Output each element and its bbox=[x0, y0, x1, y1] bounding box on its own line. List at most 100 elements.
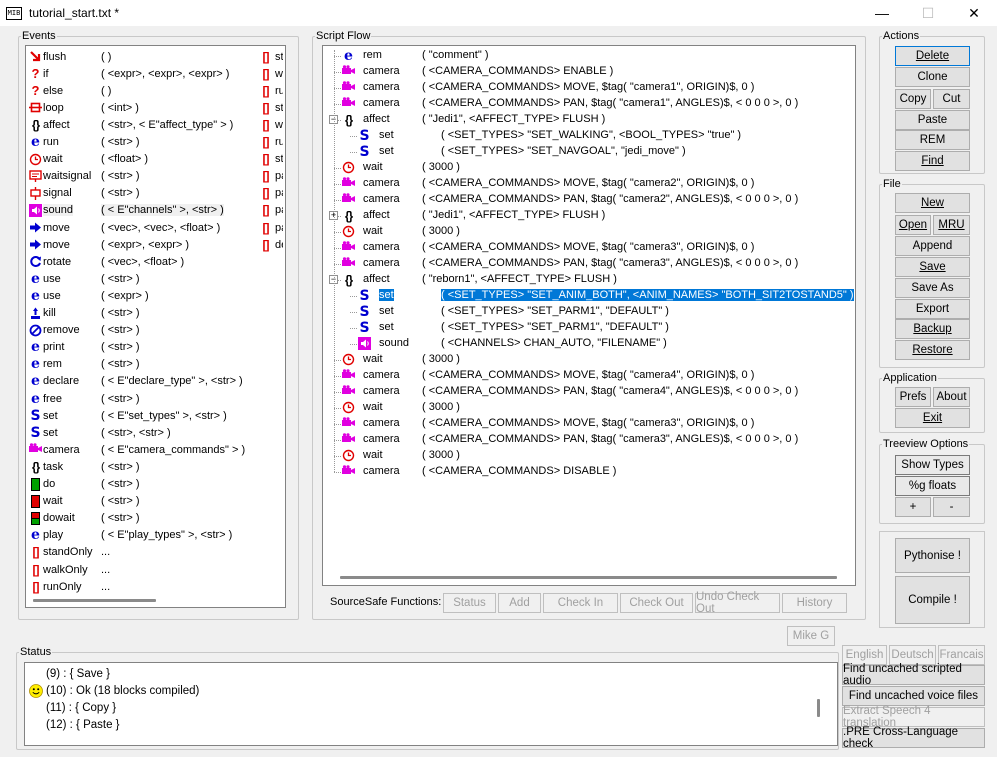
deutsch-button[interactable]: Deutsch bbox=[889, 645, 936, 665]
event-item-overflow[interactable]: [] pa bbox=[259, 185, 284, 202]
exit-button[interactable]: Exit bbox=[895, 408, 970, 428]
event-item-overflow[interactable]: [] pa bbox=[259, 202, 284, 219]
flow-node[interactable]: wait ( 3000 ) bbox=[323, 400, 853, 416]
event-item[interactable]: wait ( <float> ) bbox=[26, 151, 258, 168]
event-item[interactable]: ? else ( ) bbox=[26, 82, 258, 99]
pre-cross-language-button[interactable]: .PRE Cross-Language check bbox=[842, 726, 985, 750]
flow-node[interactable]: camera ( <CAMERA_COMMANDS> PAN, $tag( "ca… bbox=[323, 96, 853, 112]
event-item[interactable]: e use ( <expr> ) bbox=[26, 287, 258, 304]
pythonise-button[interactable]: Pythonise ! bbox=[895, 538, 970, 573]
flow-node[interactable]: wait ( 3000 ) bbox=[323, 448, 853, 464]
event-item-overflow[interactable]: [] st bbox=[259, 48, 284, 65]
event-item-overflow[interactable]: [] ru bbox=[259, 82, 284, 99]
flow-node[interactable]: Sset ( <SET_TYPES> "SET_ANIM_BOTH", <ANIM… bbox=[323, 288, 855, 304]
restore-button[interactable]: Restore bbox=[895, 340, 970, 360]
delete-button[interactable]: Delete bbox=[895, 46, 970, 66]
event-item-overflow[interactable]: [] wi bbox=[259, 65, 284, 82]
mru-button[interactable]: MRU bbox=[933, 215, 970, 235]
event-item[interactable]: [] standOnly... bbox=[26, 544, 258, 561]
prefs-button[interactable]: Prefs bbox=[895, 387, 931, 407]
flow-node[interactable]: camera ( <CAMERA_COMMANDS> PAN, $tag( "ca… bbox=[323, 432, 853, 448]
event-item-overflow[interactable]: [] de bbox=[259, 236, 284, 253]
flow-node[interactable]: Sset ( <SET_TYPES> "SET_WALKING", <BOOL_T… bbox=[323, 128, 853, 144]
flow-node[interactable]: e rem ( "comment" ) bbox=[323, 48, 853, 64]
flow-node[interactable]: camera ( <CAMERA_COMMANDS> PAN, $tag( "ca… bbox=[323, 384, 853, 400]
event-item[interactable]: move ( <vec>, <vec>, <float> ) bbox=[26, 219, 258, 236]
rem-button[interactable]: REM bbox=[895, 130, 970, 150]
event-item[interactable]: remove ( <str> ) bbox=[26, 322, 258, 339]
close-button[interactable]: ✕ bbox=[951, 0, 997, 26]
ss-check-in-button[interactable]: Check In bbox=[543, 593, 618, 613]
event-item-overflow[interactable]: [] pa bbox=[259, 219, 284, 236]
event-item[interactable]: waitsignal ( <str> ) bbox=[26, 168, 258, 185]
event-item[interactable]: wait ( <str> ) bbox=[26, 493, 258, 510]
francais-button[interactable]: Francais bbox=[938, 645, 985, 665]
maximize-button[interactable]: ☐ bbox=[905, 0, 951, 26]
flow-node[interactable]: −{} affect( "Jedi1", <AFFECT_TYPE> FLUSH … bbox=[323, 112, 853, 128]
open-button[interactable]: Open bbox=[895, 215, 931, 235]
backup-button[interactable]: Backup bbox=[895, 319, 970, 339]
about-button[interactable]: About bbox=[933, 387, 970, 407]
event-item[interactable]: e run ( <str> ) bbox=[26, 134, 258, 151]
flow-node[interactable]: camera ( <CAMERA_COMMANDS> PAN, $tag( "ca… bbox=[323, 192, 853, 208]
flow-node[interactable]: wait ( 3000 ) bbox=[323, 224, 853, 240]
flow-node[interactable]: camera ( <CAMERA_COMMANDS> MOVE, $tag( "c… bbox=[323, 80, 853, 96]
event-item-overflow[interactable]: [] pa bbox=[259, 168, 284, 185]
event-item[interactable]: move ( <expr>, <expr> ) bbox=[26, 236, 258, 253]
save-as-button[interactable]: Save As bbox=[895, 278, 970, 298]
event-item[interactable]: e play ( < E"play_types" >, <str> ) bbox=[26, 527, 258, 544]
flow-node[interactable]: camera ( <CAMERA_COMMANDS> MOVE, $tag( "c… bbox=[323, 176, 853, 192]
flow-node[interactable]: camera ( <CAMERA_COMMANDS> MOVE, $tag( "c… bbox=[323, 368, 853, 384]
event-item[interactable]: [] walkOnly... bbox=[26, 561, 258, 578]
event-item[interactable]: camera ( < E"camera_commands" > ) bbox=[26, 441, 258, 458]
ss-add-button[interactable]: Add bbox=[498, 593, 541, 613]
flow-node[interactable]: camera ( <CAMERA_COMMANDS> MOVE, $tag( "c… bbox=[323, 416, 853, 432]
event-item[interactable]: dowait ( <str> ) bbox=[26, 510, 258, 527]
status-vscrollbar[interactable] bbox=[817, 699, 820, 717]
event-item[interactable]: e free ( <str> ) bbox=[26, 390, 258, 407]
find-uncached-voice-button[interactable]: Find uncached voice files bbox=[842, 686, 985, 706]
event-item[interactable]: e use ( <str> ) bbox=[26, 270, 258, 287]
event-item[interactable]: Sset ( < E"set_types" >, <str> ) bbox=[26, 407, 258, 424]
flow-node[interactable]: −{} affect( "reborn1", <AFFECT_TYPE> FLUS… bbox=[323, 272, 853, 288]
events-hscrollbar[interactable] bbox=[33, 599, 156, 602]
event-item[interactable]: do ( <str> ) bbox=[26, 476, 258, 493]
append-button[interactable]: Append bbox=[895, 236, 970, 256]
compile-button[interactable]: Compile ! bbox=[895, 576, 970, 624]
ss-check-out-button[interactable]: Check Out bbox=[620, 593, 693, 613]
flow-node[interactable]: Sset ( <SET_TYPES> "SET_PARM1", "DEFAULT"… bbox=[323, 304, 853, 320]
flow-node[interactable]: camera ( <CAMERA_COMMANDS> PAN, $tag( "ca… bbox=[323, 256, 853, 272]
event-item[interactable]: e rem ( <str> ) bbox=[26, 356, 258, 373]
event-item[interactable]: ? if ( <expr>, <expr>, <expr> ) bbox=[26, 65, 258, 82]
collapse-button[interactable]: - bbox=[933, 497, 970, 517]
event-item-overflow[interactable]: [] st bbox=[259, 99, 284, 116]
status-log[interactable]: (9) : { Save } (10) : Ok (18 blocks compi… bbox=[24, 662, 838, 746]
event-item[interactable]: kill ( <str> ) bbox=[26, 305, 258, 322]
copy-button[interactable]: Copy bbox=[895, 89, 931, 109]
flow-node[interactable]: wait ( 3000 ) bbox=[323, 160, 853, 176]
flow-node[interactable]: sound ( <CHANNELS> CHAN_AUTO, "FILENAME" … bbox=[323, 336, 853, 352]
event-item[interactable]: e declare ( < E"declare_type" >, <str> ) bbox=[26, 373, 258, 390]
event-item[interactable]: rotate ( <vec>, <float> ) bbox=[26, 253, 258, 270]
ss-status-button[interactable]: Status bbox=[443, 593, 496, 613]
event-item[interactable]: Sset ( <str>, <str> ) bbox=[26, 424, 258, 441]
flow-node[interactable]: Sset ( <SET_TYPES> "SET_NAVGOAL", "jedi_m… bbox=[323, 144, 853, 160]
events-list[interactable]: flush( )? if( <expr>, <expr>, <expr> )? el… bbox=[25, 45, 286, 608]
new-button[interactable]: New bbox=[895, 193, 970, 213]
event-item-overflow[interactable]: [] ru bbox=[259, 134, 284, 151]
save-button[interactable]: Save bbox=[895, 257, 970, 277]
ss-history-button[interactable]: History bbox=[782, 593, 847, 613]
paste-button[interactable]: Paste bbox=[895, 110, 970, 130]
event-item[interactable]: {} task ( <str> ) bbox=[26, 458, 258, 475]
event-item[interactable]: {} affect ( <str>, < E"affect_type" > ) bbox=[26, 116, 258, 133]
user-button[interactable]: Mike G bbox=[787, 626, 835, 646]
event-item[interactable]: loop ( <int> ) bbox=[26, 99, 258, 116]
flow-hscrollbar[interactable] bbox=[340, 576, 837, 579]
event-item[interactable]: signal ( <str> ) bbox=[26, 185, 258, 202]
extract-speech-button[interactable]: Extract Speech 4 translation bbox=[842, 705, 985, 729]
event-item[interactable]: sound ( < E"channels" >, <str> ) bbox=[26, 202, 258, 219]
ss-undo-check-out-button[interactable]: Undo Check Out bbox=[695, 591, 780, 615]
g-floats-toggle[interactable]: %g floats bbox=[895, 476, 970, 496]
event-item-overflow[interactable]: [] wi bbox=[259, 116, 284, 133]
expand-button[interactable]: + bbox=[895, 497, 931, 517]
